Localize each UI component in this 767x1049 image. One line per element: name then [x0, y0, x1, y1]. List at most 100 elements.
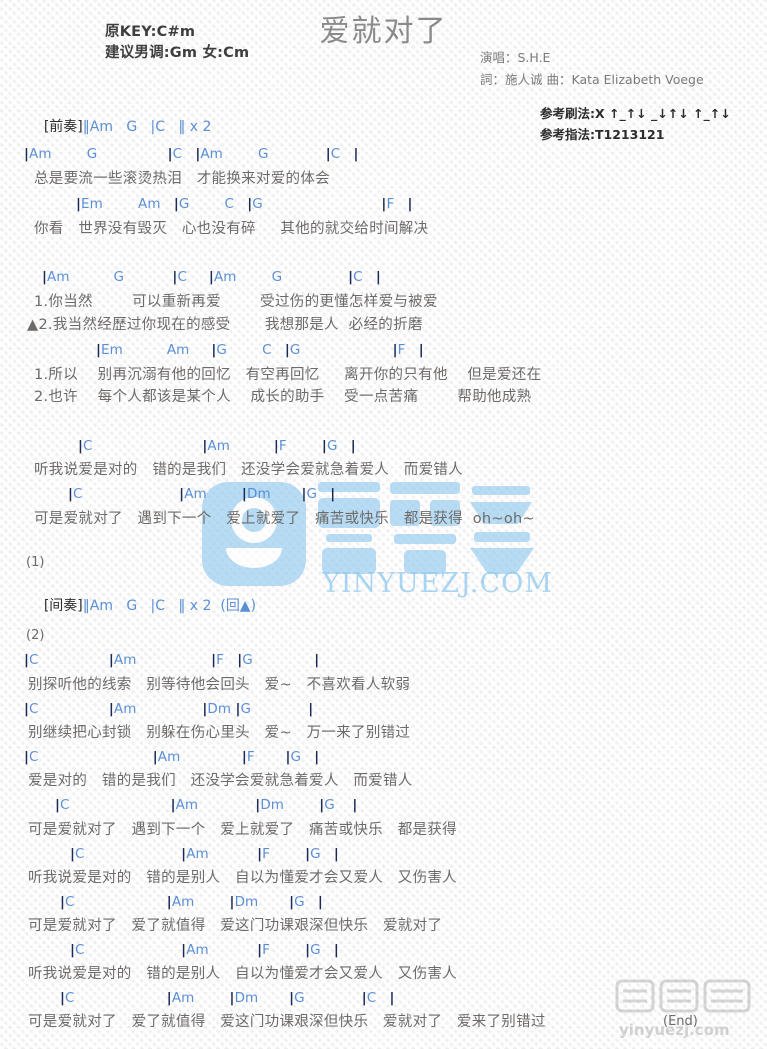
chorus-2-chords-7: |C |Am |Dm |G |C |: [60, 989, 395, 1007]
chorus-1-lyric-2: 听我说爱是对的 错的是我们 还没学会爱就急着爱人 而爱错人: [34, 462, 463, 478]
chorus-2-chords-3: |C |Am |Dm |G |: [60, 893, 323, 911]
chord-token: C: [65, 990, 167, 1006]
chord-token: C: [177, 269, 209, 285]
verse-3-chords-5: |C |Am |F |G |: [24, 748, 319, 766]
chord-token: G: [326, 438, 351, 454]
chord-token: G C: [216, 342, 285, 358]
chorus-1-chords-1: |C |Am |F |G |: [78, 437, 356, 455]
chord-token: C: [83, 438, 203, 454]
chord-token: C: [29, 652, 109, 668]
chord-token: F: [216, 652, 238, 668]
intro-chords: ‖Am G |C ‖ x 2: [82, 119, 212, 135]
chord-token: Am G: [200, 146, 326, 162]
chord-token: F: [397, 342, 419, 358]
chord-token: G: [324, 797, 353, 813]
bar-line: |: [333, 942, 339, 958]
chord-token: G: [290, 749, 315, 765]
chord-token: Dm: [207, 701, 236, 717]
strum-value: X ↑_↑↓ _↓↑↓ ↑_↑↓: [595, 106, 731, 121]
chord-token: G: [242, 652, 315, 668]
chord-token: Am: [157, 749, 242, 765]
chord-token: Am: [175, 797, 256, 813]
chord-token: G: [294, 990, 362, 1006]
fingering-label: 参考指法:: [540, 127, 595, 142]
bar-line: |: [330, 486, 336, 502]
chord-token: Am G: [213, 269, 349, 285]
end-marker: (End): [663, 1014, 698, 1029]
interlude-label: [间奏]: [43, 598, 83, 614]
section-number-1: (1): [26, 555, 45, 570]
chord-token: F: [386, 196, 408, 212]
chord-token: Em Am: [101, 342, 212, 358]
fingering-pattern: 参考指法:T1213121: [540, 124, 731, 145]
chord-token: G: [240, 701, 309, 717]
strum-label: 参考刷法:: [540, 106, 595, 121]
chord-token: Dm: [246, 486, 302, 502]
bar-line: |: [353, 146, 359, 162]
verse-3-lyric-4: 别继续把心封锁 别躲在伤心里头 爱~ 万一来了别错过: [28, 725, 411, 741]
interlude-line: [间奏]‖Am G |C ‖ x 2 (回▲): [26, 579, 256, 633]
bar-line: |: [407, 196, 413, 212]
verse-2-lyric-2: 1.你当然 可以重新再爱 受过伤的更懂怎样爱与被爱: [34, 294, 438, 310]
verse-3-chords-1: |C |Am |F |G |: [24, 651, 319, 669]
bottom-watermark: yinyuezj.com: [611, 973, 761, 1045]
interlude-chords: ‖Am G |C ‖ x 2 (回▲): [82, 598, 257, 614]
chord-token: Am: [186, 846, 258, 862]
credits: 演唱：S.H.E 詞：施人诚 曲：Kata Elizabeth Voege: [480, 47, 704, 91]
bar-line: |: [418, 342, 424, 358]
chord-token: Am G: [29, 146, 168, 162]
chord-token: Am: [184, 486, 242, 502]
chord-token: C: [172, 146, 196, 162]
chorus-2-lyric-4: 可是爱就对了 爱了就值得 爱这门功课艰深但快乐 爱就对了: [28, 918, 443, 934]
verse-3-lyric-6: 爱是对的 错的是我们 还没学会爱就急着爱人 而爱错人: [28, 773, 413, 789]
strum-pattern: 参考刷法:X ↑_↑↓ _↓↑↓ ↑_↑↓: [540, 103, 731, 124]
chorus-1-lyric-4: 可是爱就对了 遇到下一个 爱上就爱了 痛苦或快乐 都是获得 oh~oh~: [34, 511, 535, 527]
chorus-1-chords-3: |C |Am |Dm |G |: [68, 485, 335, 503]
intro-label: [前奏]: [43, 119, 83, 135]
chord-token: Dm: [234, 990, 290, 1006]
chord-token: Dm: [234, 894, 290, 910]
bar-line: |: [389, 990, 395, 1006]
chord-token: Am: [113, 701, 203, 717]
bar-line: |: [317, 894, 323, 910]
chord-token: Em Am: [81, 196, 174, 212]
verse-3-chords-3: |C |Am |Dm |G |: [24, 700, 313, 718]
bar-line: |: [350, 438, 356, 454]
chord-token: G: [289, 342, 393, 358]
chord-token: G: [294, 894, 318, 910]
verse-1-chords-1: |Am G |C |Am G |C |: [24, 145, 358, 163]
verse-2-chords-1: |Am G |C |Am G |C |: [42, 268, 381, 286]
chord-token: C: [75, 846, 182, 862]
chord-token: C: [330, 146, 354, 162]
chord-token: Am: [171, 990, 230, 1006]
bar-line: |: [375, 269, 381, 285]
verse-1-lyric-2: 总是要流一些滚烫热泪 才能换来对爱的体会: [34, 171, 330, 187]
chord-token: C: [60, 797, 171, 813]
writers: 詞：施人诚 曲：Kata Elizabeth Voege: [480, 72, 704, 87]
chord-token: C: [366, 990, 390, 1006]
chord-token: G: [310, 942, 334, 958]
chord-token: Am: [186, 942, 258, 958]
chord-token: C: [65, 894, 167, 910]
bar-line: |: [314, 749, 320, 765]
chord-token: G: [306, 486, 331, 502]
bar-line: |: [314, 652, 320, 668]
chord-token: Am G: [47, 269, 173, 285]
center-watermark-text: YINYUEZJ.COM: [321, 568, 553, 598]
verse-3-chords-7: |C |Am |Dm |G |: [55, 796, 357, 814]
chord-token: C: [73, 486, 180, 502]
chord-token: Am: [113, 652, 212, 668]
chord-token: G: [252, 196, 382, 212]
chord-token: G C: [178, 196, 248, 212]
section-number-2: (2): [26, 628, 45, 643]
chorus-2-lyric-6: 听我说爱是对的 错的是别人 自以为懂爱才会又爱人 又伤害人: [28, 966, 457, 982]
verse-2-chords-4: |Em Am |G C |G |F |: [96, 341, 424, 359]
bar-line: |: [308, 701, 314, 717]
chord-token: G: [310, 846, 334, 862]
bar-line: |: [352, 797, 358, 813]
chord-token: F: [246, 749, 286, 765]
chorus-2-chords-1: |C |Am |F |G |: [70, 845, 339, 863]
verse-1-lyric-4: 你看 世界没有毁灭 心也没有碎 其他的就交给时间解决: [34, 221, 429, 237]
singer: 演唱：S.H.E: [480, 50, 551, 65]
chord-token: Am: [207, 438, 274, 454]
